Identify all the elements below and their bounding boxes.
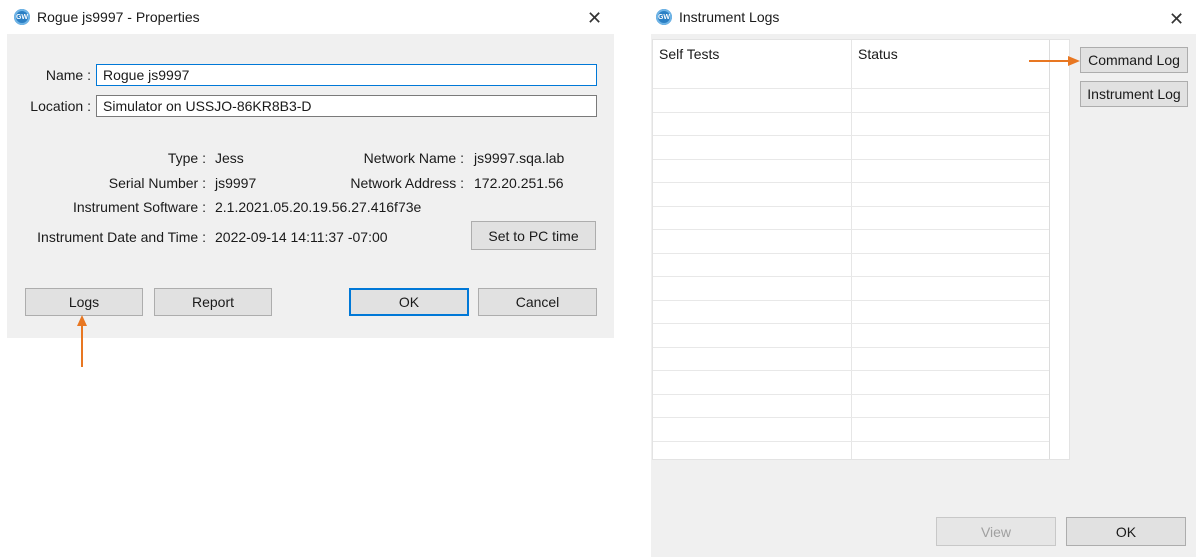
logs-title: Instrument Logs bbox=[679, 9, 780, 25]
grid-row-separator bbox=[653, 229, 1049, 230]
type-value: Jess bbox=[215, 150, 244, 166]
logs-button[interactable]: Logs bbox=[25, 288, 143, 316]
app-logo-icon: GW bbox=[14, 9, 30, 25]
serial-number-label: Serial Number : bbox=[108, 175, 206, 191]
grid-row-separator bbox=[653, 300, 1049, 301]
network-address-label: Network Address : bbox=[350, 175, 464, 191]
grid-row-separator bbox=[653, 88, 1049, 89]
grid-row-separator bbox=[653, 417, 1049, 418]
column-header-status[interactable]: Status bbox=[858, 46, 898, 62]
app-logo-icon: GW bbox=[656, 9, 672, 25]
report-button[interactable]: Report bbox=[154, 288, 272, 316]
location-field[interactable] bbox=[96, 95, 597, 117]
logs-title-bar: GW Instrument Logs bbox=[656, 9, 779, 25]
self-tests-grid[interactable]: Self Tests Status bbox=[652, 39, 1070, 460]
instrument-software-label: Instrument Software : bbox=[72, 199, 206, 215]
grid-row-separator bbox=[653, 253, 1049, 254]
grid-row-separator bbox=[653, 112, 1049, 113]
column-divider bbox=[851, 40, 852, 459]
logs-close-button[interactable]: ✕ bbox=[1169, 10, 1184, 28]
instrument-log-button[interactable]: Instrument Log bbox=[1080, 81, 1188, 107]
up-arrow-annotation bbox=[77, 315, 87, 367]
grid-row-separator bbox=[653, 347, 1049, 348]
grid-row-separator bbox=[653, 159, 1049, 160]
logs-ok-button[interactable]: OK bbox=[1066, 517, 1186, 546]
type-label: Type : bbox=[167, 150, 206, 166]
location-label: Location : bbox=[30, 98, 91, 114]
grid-row-separator bbox=[653, 394, 1049, 395]
column-divider bbox=[1049, 40, 1050, 459]
network-name-value: js9997.sqa.lab bbox=[474, 150, 565, 166]
ok-button[interactable]: OK bbox=[349, 288, 469, 316]
serial-number-value: js9997 bbox=[215, 175, 257, 191]
view-button[interactable]: View bbox=[936, 517, 1056, 546]
grid-row-separator bbox=[653, 135, 1049, 136]
network-address-value: 172.20.251.56 bbox=[474, 175, 564, 191]
grid-row-separator bbox=[653, 206, 1049, 207]
grid-row-separator bbox=[653, 323, 1049, 324]
column-header-self-tests[interactable]: Self Tests bbox=[659, 46, 719, 62]
properties-title-bar: GW Rogue js9997 - Properties bbox=[14, 9, 200, 25]
instrument-datetime-value: 2022-09-14 14:11:37 -07:00 bbox=[215, 229, 388, 245]
network-name-label: Network Name : bbox=[363, 150, 464, 166]
set-to-pc-time-button[interactable]: Set to PC time bbox=[471, 221, 596, 250]
right-arrow-annotation bbox=[1029, 56, 1080, 66]
name-field[interactable] bbox=[96, 64, 597, 86]
instrument-datetime-label: Instrument Date and Time : bbox=[37, 229, 206, 245]
grid-row-separator bbox=[653, 441, 1049, 442]
instrument-software-value: 2.1.2021.05.20.19.56.27.416f73e bbox=[215, 199, 422, 215]
grid-row-separator bbox=[653, 182, 1049, 183]
command-log-button[interactable]: Command Log bbox=[1080, 47, 1188, 73]
properties-title: Rogue js9997 - Properties bbox=[37, 9, 200, 25]
grid-row-separator bbox=[653, 276, 1049, 277]
cancel-button[interactable]: Cancel bbox=[478, 288, 597, 316]
properties-close-button[interactable]: ✕ bbox=[587, 9, 602, 27]
name-label: Name : bbox=[45, 67, 91, 83]
grid-row-separator bbox=[653, 370, 1049, 371]
